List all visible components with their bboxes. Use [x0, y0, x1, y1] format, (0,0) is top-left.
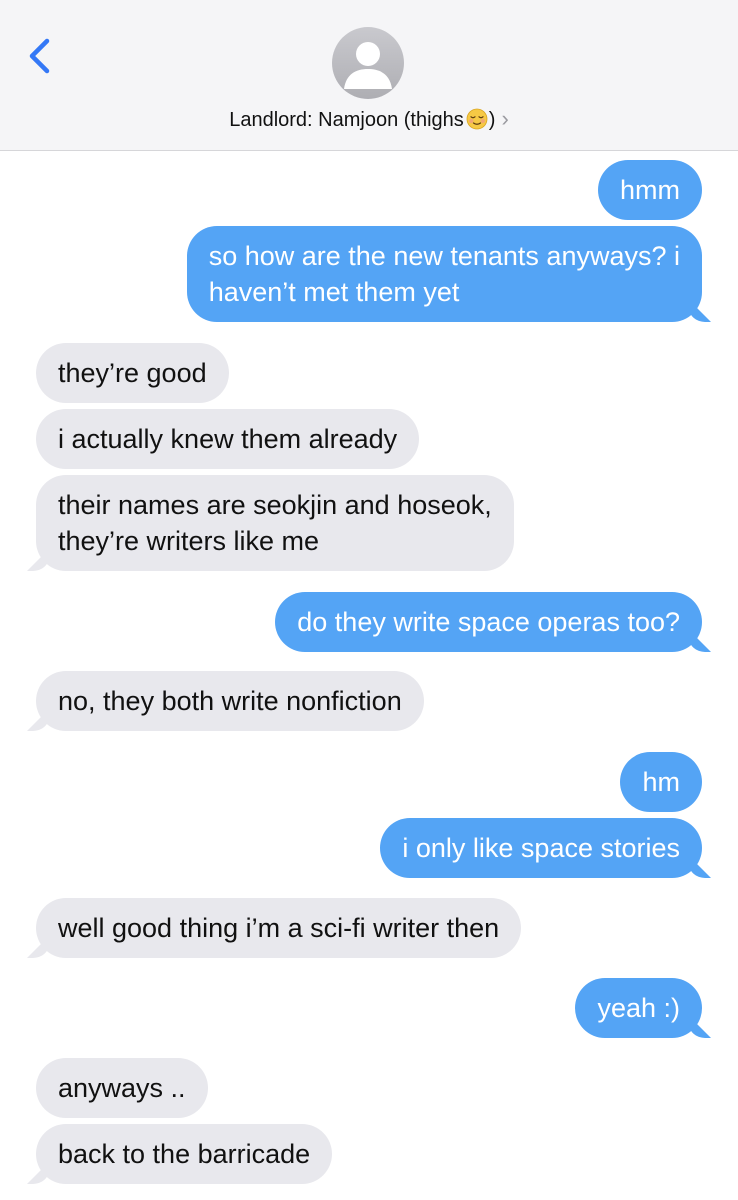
message-text: they’re good — [58, 358, 207, 388]
relieved-face-emoji-icon — [466, 108, 488, 130]
received-message[interactable]: i actually knew them already — [36, 409, 420, 469]
message-text: yeah :) — [597, 993, 680, 1023]
contact-name: Landlord: Namjoon (thighs — [229, 109, 464, 131]
received-message[interactable]: well good thing i’m a sci-fi writer then — [36, 898, 522, 958]
message-text: back to the barricade — [58, 1139, 311, 1169]
contact-name-suffix: ) — [488, 109, 496, 131]
received-message[interactable]: back to the barricade — [36, 1124, 333, 1184]
message-text: haven’t met them yet — [208, 277, 460, 307]
message-text: well good thing i’m a sci-fi writer then — [58, 913, 500, 943]
sent-message[interactable]: do they write space operas too? — [275, 592, 702, 652]
person-icon — [344, 42, 392, 89]
message-text: they’re writers like me — [58, 526, 320, 556]
message-text: do they write space operas too? — [297, 607, 680, 637]
sent-message[interactable]: hmm — [598, 160, 702, 220]
message-text: i actually knew them already — [58, 424, 398, 454]
received-message[interactable]: they’re good — [36, 343, 229, 403]
received-message[interactable]: anyways .. — [36, 1058, 208, 1118]
contact-avatar[interactable] — [332, 27, 404, 99]
message-text: hm — [642, 767, 680, 797]
chevron-right-icon: › — [501, 106, 509, 131]
message-text: no, they both write nonfiction — [58, 686, 402, 716]
contact-name-button[interactable]: Landlord: Namjoon (thighs ) › — [0, 104, 738, 134]
conversation-header: Landlord: Namjoon (thighs ) › — [0, 0, 738, 151]
message-text: i only like space stories — [402, 833, 680, 863]
sent-message[interactable]: so how are the new tenants anyways? i ha… — [186, 226, 702, 322]
message-text: hmm — [620, 175, 680, 205]
back-button[interactable] — [20, 28, 64, 84]
sent-message[interactable]: yeah :) — [575, 978, 702, 1038]
received-message[interactable]: no, they both write nonfiction — [36, 671, 424, 731]
message-text: their names are seokjin and hoseok, — [58, 490, 492, 520]
message-text: so how are the new tenants anyways? i — [208, 241, 680, 271]
sent-message[interactable]: hm — [620, 752, 702, 812]
chevron-left-icon — [29, 38, 50, 74]
sent-message[interactable]: i only like space stories — [380, 818, 702, 878]
message-text: anyways .. — [58, 1073, 186, 1103]
received-message[interactable]: their names are seokjin and hoseok, they… — [36, 475, 514, 571]
